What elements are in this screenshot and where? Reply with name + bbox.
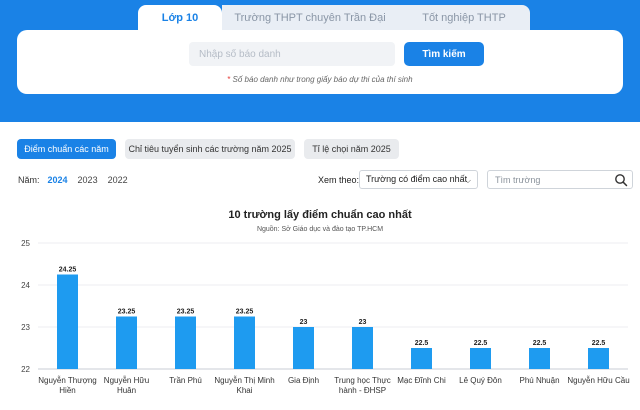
tab-tran-dai-nghia[interactable]: Trường THPT chuyên Trần Đại Nghĩa <box>222 5 398 50</box>
tab-tot-nghiep[interactable]: Tốt nghiệp THTP <box>398 5 530 31</box>
chart-bar <box>411 348 432 369</box>
bar-chart: 22 23 24 25 24.25 Nguyễn ThượngHiền 23.25 Nguyễ… <box>21 239 630 395</box>
chart-bar <box>116 316 137 369</box>
x-category-label: Nguyễn Thị Minh <box>214 376 274 385</box>
chart-title: 10 trường lấy điểm chuẩn cao nhất <box>228 209 412 221</box>
x-category-label: Hiền <box>59 386 75 395</box>
y-tick-label: 22 <box>21 365 30 374</box>
chart-subtitle: Nguồn: Sở Giáo dục và đào tạo TP.HCM <box>256 226 384 233</box>
chart-bar <box>234 316 255 369</box>
view-by-label: Xem theo: <box>318 175 360 185</box>
pill-diem-chuan[interactable]: Điểm chuẩn các năm <box>17 139 116 159</box>
pill-ti-le-choi[interactable]: Tỉ lệ chọi năm 2025 <box>304 139 399 159</box>
chevron-down-icon: ⌵ <box>464 176 471 185</box>
x-category-label: Trung học Thực <box>334 376 391 385</box>
x-category-label: Nguyễn Thượng <box>38 376 97 385</box>
bar-data-label: 23.25 <box>177 309 195 316</box>
school-search-input[interactable] <box>488 171 608 188</box>
year-filter: Năm: 2024 2023 2022 <box>18 175 138 185</box>
bar-data-label: 23.25 <box>236 309 254 316</box>
search-icon[interactable] <box>614 173 628 187</box>
chart-bar <box>57 274 78 369</box>
pill-chi-tieu[interactable]: Chỉ tiêu tuyển sinh các trường năm 2025 <box>125 139 295 159</box>
year-label: Năm: <box>18 175 40 185</box>
x-category-label: Lê Quý Đôn <box>459 376 502 385</box>
chart-bar <box>588 348 609 369</box>
school-search <box>487 170 633 189</box>
search-card: Tìm kiếm *Số báo danh như trong giấy báo… <box>17 30 623 94</box>
view-by-value: Trường có điểm cao nhất <box>366 174 468 184</box>
x-category-label: Gia Định <box>288 376 319 385</box>
year-2024[interactable]: 2024 <box>48 175 68 185</box>
year-2023[interactable]: 2023 <box>78 175 98 185</box>
y-tick-label: 24 <box>21 281 30 290</box>
x-category-label: Nguyễn Hữu <box>104 376 149 385</box>
search-hint-text: Số báo danh như trong giấy báo dự thi củ… <box>232 75 413 84</box>
chart-bar <box>470 348 491 369</box>
bar-data-label: 22.5 <box>533 340 547 347</box>
search-button[interactable]: Tìm kiếm <box>404 42 484 66</box>
x-category-label: Trần Phú <box>169 376 202 385</box>
chart-bar <box>293 327 314 369</box>
x-category-label: hành - ĐHSP <box>339 386 386 395</box>
x-category-label: Mạc Đĩnh Chi <box>397 376 446 385</box>
x-category-label: Phú Nhuận <box>519 376 559 385</box>
x-category-label: Khai <box>236 386 252 395</box>
bar-data-label: 22.5 <box>474 340 488 347</box>
bar-data-label: 23.25 <box>118 309 136 316</box>
required-star: * <box>227 75 231 84</box>
hero-banner: Lớp 10 Trường THPT chuyên Trần Đại Nghĩa… <box>0 0 640 122</box>
tab-lop-10[interactable]: Lớp 10 <box>138 5 222 31</box>
bar-data-label: 22.5 <box>592 340 606 347</box>
bar-data-label: 23 <box>359 319 367 326</box>
chart-bar <box>352 327 373 369</box>
chart-bar <box>175 316 196 369</box>
candidate-number-input[interactable] <box>189 42 395 66</box>
bar-data-label: 22.5 <box>415 340 429 347</box>
year-2022[interactable]: 2022 <box>108 175 128 185</box>
search-hint: * Số báo danh như trong giấy báo dự thi c… <box>17 75 623 84</box>
exam-tabs: Lớp 10 Trường THPT chuyên Trần Đại Nghĩa… <box>138 5 530 50</box>
x-category-label: Huân <box>117 386 136 395</box>
view-by-select[interactable]: Trường có điểm cao nhất ⌵ <box>359 170 478 189</box>
y-tick-label: 23 <box>21 323 30 332</box>
chart-bar <box>529 348 550 369</box>
bar-data-label: 23 <box>300 319 308 326</box>
y-tick-label: 25 <box>21 239 30 248</box>
bar-data-label: 24.25 <box>59 267 77 274</box>
x-category-label: Nguyễn Hữu Cầu <box>567 376 629 385</box>
